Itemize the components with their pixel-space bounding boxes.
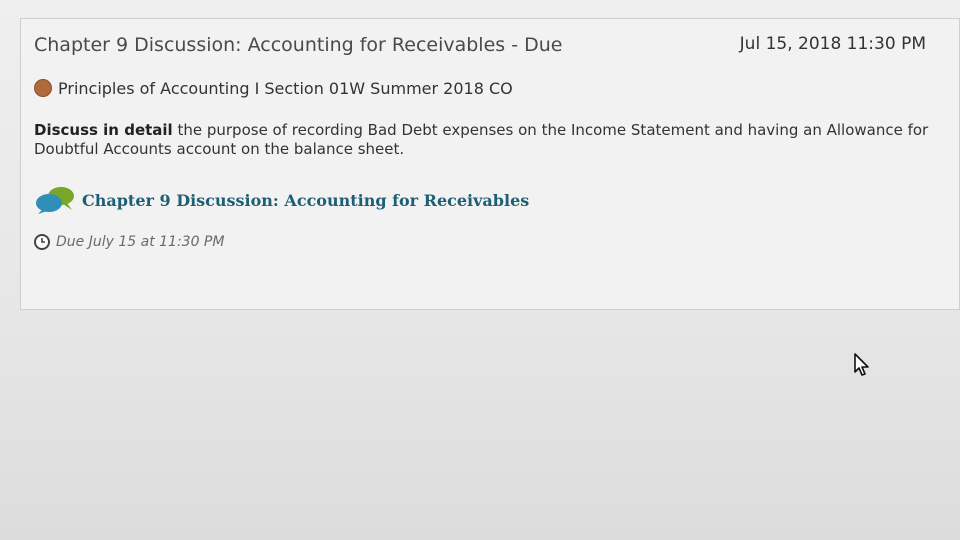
mouse-cursor-icon <box>854 353 869 376</box>
course-name: Principles of Accounting I Section 01W S… <box>58 78 513 98</box>
discussion-bubbles-icon <box>36 187 74 214</box>
due-note-text: Due July 15 at 11:30 PM <box>56 234 225 250</box>
discussion-link-row[interactable]: Chapter 9 Discussion: Accounting for Rec… <box>34 185 529 215</box>
assignment-description: Discuss in detail the purpose of recordi… <box>34 121 934 159</box>
discussion-link[interactable]: Chapter 9 Discussion: Accounting for Rec… <box>82 191 529 210</box>
assignment-header: Chapter 9 Discussion: Accounting for Rec… <box>34 34 926 64</box>
course-row: Principles of Accounting I Section 01W S… <box>34 77 513 99</box>
due-note-row: Due July 15 at 11:30 PM <box>34 231 224 253</box>
due-datetime: Jul 15, 2018 11:30 PM <box>739 34 926 54</box>
clock-icon <box>34 234 50 250</box>
course-color-dot-icon <box>34 79 52 97</box>
description-bold-lead: Discuss in detail <box>34 121 173 139</box>
assignment-title: Chapter 9 Discussion: Accounting for Rec… <box>34 34 563 56</box>
